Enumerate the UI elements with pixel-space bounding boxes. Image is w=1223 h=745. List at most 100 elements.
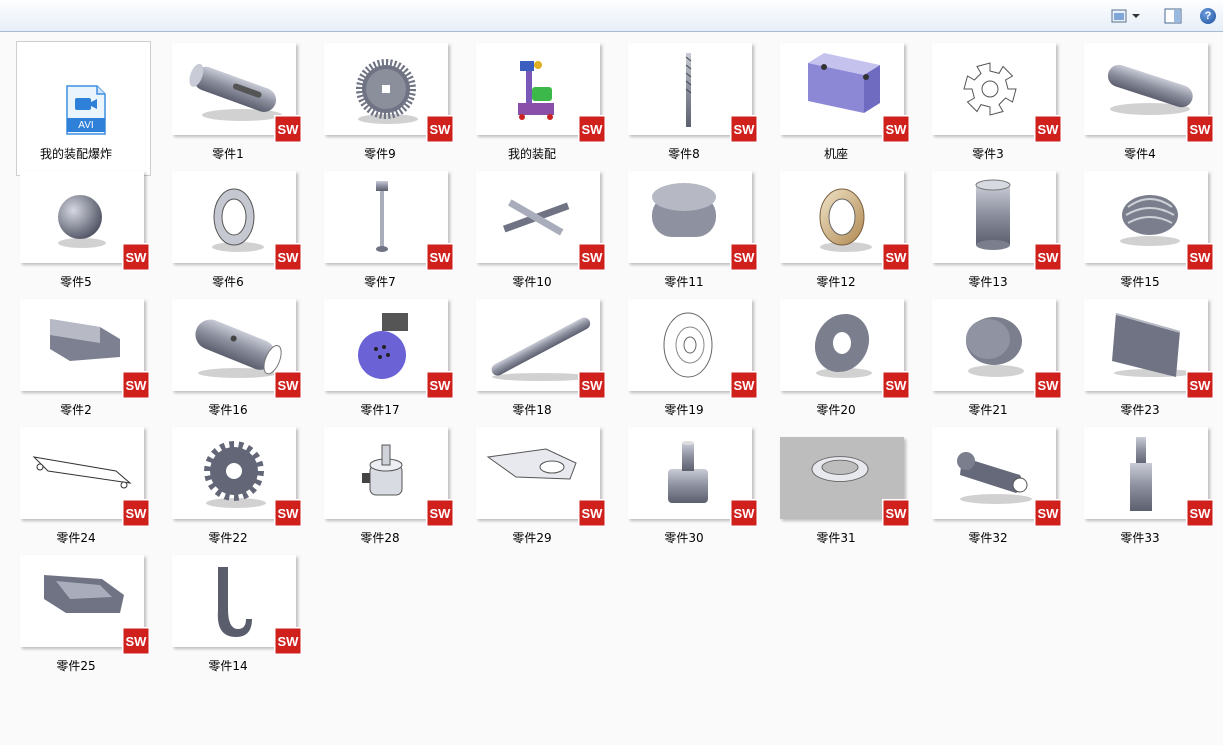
- file-item[interactable]: SW 零件3: [912, 33, 1064, 161]
- svg-text:SW: SW: [582, 378, 604, 393]
- file-name: 零件22: [208, 531, 248, 545]
- file-item[interactable]: SW 零件2: [0, 289, 152, 417]
- file-name: 我的装配: [507, 147, 556, 161]
- svg-text:SW: SW: [886, 250, 908, 265]
- file-item[interactable]: SW 零件5: [0, 161, 152, 289]
- file-name: 零件24: [56, 531, 96, 545]
- file-item[interactable]: SW 零件6: [152, 161, 304, 289]
- svg-text:SW: SW: [886, 378, 908, 393]
- file-item[interactable]: SW 零件20: [760, 289, 912, 417]
- file-item[interactable]: SW 零件24: [0, 417, 152, 545]
- svg-text:SW: SW: [734, 378, 756, 393]
- file-item[interactable]: SW 零件30: [608, 417, 760, 545]
- file-name: 零件32: [968, 531, 1008, 545]
- file-item[interactable]: SW 零件1: [152, 33, 304, 161]
- file-name: 零件1: [212, 147, 244, 161]
- svg-text:SW: SW: [1190, 506, 1212, 521]
- solidworks-file-icon: SW: [578, 243, 606, 271]
- preview-pane-icon: [1164, 8, 1182, 24]
- preview-pane-button[interactable]: [1162, 6, 1184, 26]
- file-item-video[interactable]: AVI 我的装配爆炸: [0, 33, 152, 176]
- solidworks-file-icon: SW: [1034, 499, 1062, 527]
- svg-text:SW: SW: [886, 122, 908, 137]
- solidworks-file-icon: SW: [730, 371, 758, 399]
- svg-text:SW: SW: [886, 506, 908, 521]
- svg-text:SW: SW: [126, 378, 148, 393]
- file-type-label: AVI: [78, 120, 94, 131]
- file-item[interactable]: SW 零件4: [1064, 33, 1216, 161]
- file-item[interactable]: SW 零件31: [760, 417, 912, 545]
- file-name: 零件19: [664, 403, 704, 417]
- file-item[interactable]: SW 零件8: [608, 33, 760, 161]
- solidworks-file-icon: SW: [578, 115, 606, 143]
- solidworks-file-icon: SW: [882, 243, 910, 271]
- svg-text:SW: SW: [734, 122, 756, 137]
- svg-text:SW: SW: [734, 506, 756, 521]
- file-name: 零件23: [1120, 403, 1160, 417]
- file-item[interactable]: SW 零件14: [152, 545, 304, 673]
- file-item[interactable]: SW 零件7: [304, 161, 456, 289]
- file-name: 零件20: [816, 403, 856, 417]
- solidworks-file-icon: SW: [1186, 243, 1214, 271]
- file-item[interactable]: SW 零件29: [456, 417, 608, 545]
- file-name: 零件10: [512, 275, 552, 289]
- solidworks-file-icon: SW: [730, 499, 758, 527]
- solidworks-file-icon: SW: [122, 243, 150, 271]
- svg-text:SW: SW: [1038, 122, 1060, 137]
- file-item[interactable]: SW 零件19: [608, 289, 760, 417]
- svg-text:SW: SW: [430, 250, 452, 265]
- solidworks-file-icon: SW: [1186, 499, 1214, 527]
- svg-text:SW: SW: [430, 506, 452, 521]
- solidworks-file-icon: SW: [426, 115, 454, 143]
- svg-text:SW: SW: [278, 378, 300, 393]
- file-item[interactable]: SW 零件11: [608, 161, 760, 289]
- file-item[interactable]: SW 零件16: [152, 289, 304, 417]
- svg-text:SW: SW: [1038, 378, 1060, 393]
- svg-text:SW: SW: [582, 506, 604, 521]
- solidworks-file-icon: SW: [730, 115, 758, 143]
- svg-text:SW: SW: [278, 634, 300, 649]
- solidworks-file-icon: SW: [882, 371, 910, 399]
- solidworks-file-icon: SW: [578, 371, 606, 399]
- file-item[interactable]: SW 零件9: [304, 33, 456, 161]
- file-item[interactable]: SW 零件10: [456, 161, 608, 289]
- file-name: 零件9: [364, 147, 396, 161]
- svg-text:SW: SW: [734, 250, 756, 265]
- change-view-button[interactable]: [1108, 6, 1146, 26]
- svg-text:SW: SW: [1190, 378, 1212, 393]
- solidworks-file-icon: SW: [1034, 243, 1062, 271]
- file-name: 零件4: [1124, 147, 1156, 161]
- solidworks-file-icon: SW: [122, 627, 150, 655]
- solidworks-file-icon: SW: [882, 499, 910, 527]
- file-name: 零件15: [1120, 275, 1160, 289]
- file-name: 零件28: [360, 531, 400, 545]
- file-item[interactable]: SW 零件15: [1064, 161, 1216, 289]
- svg-text:SW: SW: [582, 122, 604, 137]
- svg-text:SW: SW: [430, 378, 452, 393]
- file-item[interactable]: SW 零件22: [152, 417, 304, 545]
- file-item[interactable]: SW 零件12: [760, 161, 912, 289]
- solidworks-file-icon: SW: [274, 627, 302, 655]
- file-item[interactable]: SW 零件28: [304, 417, 456, 545]
- file-name: 零件2: [60, 403, 92, 417]
- solidworks-file-icon: SW: [1186, 115, 1214, 143]
- file-item[interactable]: SW 我的装配: [456, 33, 608, 161]
- file-item[interactable]: SW 零件21: [912, 289, 1064, 417]
- solidworks-file-icon: SW: [1186, 371, 1214, 399]
- file-item[interactable]: SW 零件33: [1064, 417, 1216, 545]
- file-item[interactable]: SW 零件13: [912, 161, 1064, 289]
- file-name: 零件30: [664, 531, 704, 545]
- file-item[interactable]: SW 零件23: [1064, 289, 1216, 417]
- file-name: 零件13: [968, 275, 1008, 289]
- file-item[interactable]: SW 零件32: [912, 417, 1064, 545]
- svg-text:SW: SW: [278, 122, 300, 137]
- file-item[interactable]: SW 零件25: [0, 545, 152, 673]
- solidworks-file-icon: SW: [882, 115, 910, 143]
- file-name: 零件25: [56, 659, 96, 673]
- svg-text:SW: SW: [126, 250, 148, 265]
- solidworks-file-icon: SW: [274, 371, 302, 399]
- help-button[interactable]: ?: [1198, 6, 1218, 26]
- file-item[interactable]: SW 机座: [760, 33, 912, 161]
- file-item[interactable]: SW 零件18: [456, 289, 608, 417]
- file-item[interactable]: SW 零件17: [304, 289, 456, 417]
